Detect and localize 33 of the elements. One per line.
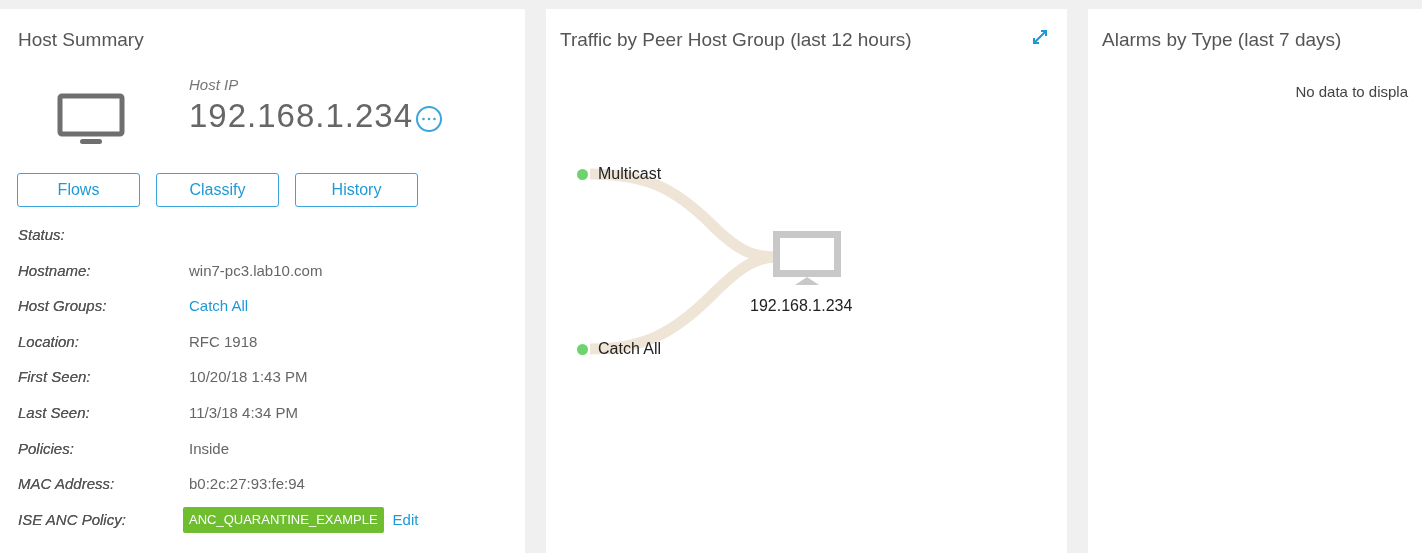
field-label: Hostname: xyxy=(18,260,92,281)
panel-title: Host Summary xyxy=(18,28,145,52)
host-ip: 192.168.1.234 xyxy=(189,96,414,136)
field-value: 11/3/18 4:34 PM xyxy=(189,403,298,423)
panel-title: Alarms by Type (last 7 days) xyxy=(1102,28,1343,52)
action-button[interactable]: History xyxy=(295,172,418,207)
field-label: Last Seen: xyxy=(18,403,91,423)
field-label: Location: xyxy=(18,331,80,352)
peer-label: Multicast xyxy=(598,165,662,183)
field-value: Inside xyxy=(189,438,230,459)
field-label: Host Groups: xyxy=(18,296,108,317)
monitor-icon xyxy=(773,231,841,285)
field-value: 10/20/18 1:43 PM xyxy=(189,367,308,388)
host-ip-label: Host IP xyxy=(189,74,240,95)
field-label: First Seen: xyxy=(18,367,92,388)
host-label: 192.168.1.234 xyxy=(750,296,853,316)
policy-tag: ANC_QUARANTINE_EXAMPLE xyxy=(183,507,384,533)
field-value: b0:2c:27:93:fe:94 xyxy=(189,474,305,495)
field-value: RFC 1918 xyxy=(189,331,258,352)
field-label: Policies: xyxy=(18,438,75,459)
action-button[interactable]: Flows xyxy=(17,172,140,207)
empty-message: No data to displa xyxy=(1295,81,1408,102)
field-label: MAC Address: xyxy=(18,474,116,495)
edit-link[interactable]: Edit xyxy=(392,508,419,532)
field-label: ISE ANC Policy: xyxy=(18,509,127,530)
field-label: Status: xyxy=(18,225,66,246)
expand-icon[interactable] xyxy=(1031,28,1049,46)
peer-label: Catch All xyxy=(598,340,662,358)
host-group-link[interactable]: Catch All xyxy=(189,295,249,318)
action-button[interactable]: Classify xyxy=(156,172,279,207)
panel-title: Traffic by Peer Host Group (last 12 hours) xyxy=(560,28,912,52)
more-icon[interactable] xyxy=(415,105,444,133)
field-value: win7-pc3.lab10.com xyxy=(189,260,323,281)
